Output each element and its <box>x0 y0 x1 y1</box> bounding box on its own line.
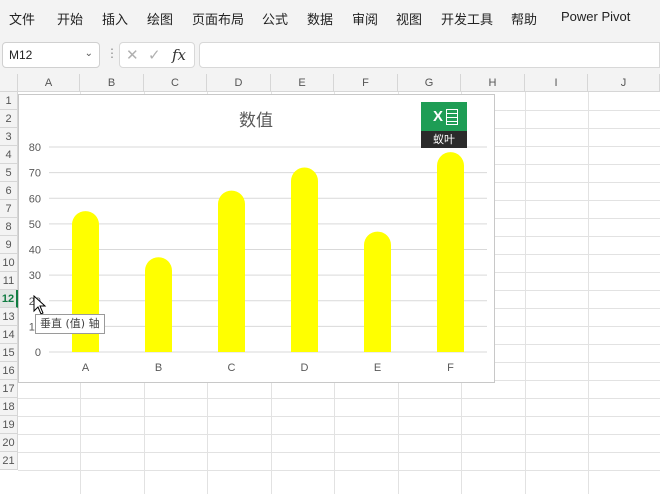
row-header[interactable]: 17 <box>0 380 18 398</box>
gridline <box>18 452 660 453</box>
x-tick-label[interactable]: C <box>228 362 236 374</box>
row-header[interactable]: 5 <box>0 164 18 182</box>
gridline <box>18 398 660 399</box>
menu-developer[interactable]: 开发工具 <box>441 9 493 28</box>
x-tick-label[interactable]: D <box>301 362 309 374</box>
row-header[interactable]: 19 <box>0 416 18 434</box>
column-header[interactable]: F <box>334 74 398 92</box>
column-header[interactable]: C <box>144 74 207 92</box>
column-header[interactable]: I <box>525 74 588 92</box>
formula-bar-row: M12 ⌄ ⋮ ✕ ✓ fx <box>0 36 660 74</box>
column-header[interactable]: H <box>461 74 525 92</box>
row-header[interactable]: 9 <box>0 236 18 254</box>
menu-file[interactable]: 文件 <box>9 9 35 28</box>
axis-tooltip: 垂直 (值) 轴 <box>35 314 105 334</box>
menu-review[interactable]: 审阅 <box>352 9 378 28</box>
row-header-active[interactable]: 12 <box>0 290 18 308</box>
row-header[interactable]: 11 <box>0 272 18 290</box>
y-tick-label[interactable]: 30 <box>29 270 41 282</box>
y-tick-label[interactable]: 50 <box>29 219 41 231</box>
cancel-icon[interactable]: ✕ <box>126 46 139 64</box>
menu-formulas[interactable]: 公式 <box>262 9 288 28</box>
row-header[interactable]: 2 <box>0 110 18 128</box>
row-header[interactable]: 13 <box>0 308 18 326</box>
row-header[interactable]: 16 <box>0 362 18 380</box>
excel-icon: X <box>421 102 467 131</box>
chart-bar[interactable] <box>72 211 99 365</box>
y-tick-label[interactable]: 70 <box>29 168 41 180</box>
chart-bar[interactable] <box>218 190 245 366</box>
column-header[interactable]: D <box>207 74 271 92</box>
column-header[interactable]: J <box>588 74 660 92</box>
insert-function-icon[interactable]: fx <box>172 46 186 64</box>
menu-insert[interactable]: 插入 <box>102 9 128 28</box>
row-header[interactable]: 20 <box>0 434 18 452</box>
menu-home[interactable]: 开始 <box>57 9 83 28</box>
chart-bar[interactable] <box>291 167 318 366</box>
row-header[interactable]: 4 <box>0 146 18 164</box>
row-header[interactable]: 1 <box>0 92 18 110</box>
row-header[interactable]: 7 <box>0 200 18 218</box>
row-header[interactable]: 21 <box>0 452 18 470</box>
row-header[interactable]: 15 <box>0 344 18 362</box>
name-box[interactable]: M12 ⌄ <box>2 42 100 68</box>
chart-bars <box>72 152 464 366</box>
mouse-cursor-icon <box>33 295 47 315</box>
column-header[interactable]: A <box>18 74 80 92</box>
ribbon-menu-bar: 文件 开始 插入 绘图 页面布局 公式 数据 审阅 视图 开发工具 帮助 Pow… <box>0 0 660 36</box>
y-tick-label[interactable]: 80 <box>29 142 41 154</box>
chart-bar[interactable] <box>437 152 464 365</box>
row-header[interactable]: 10 <box>0 254 18 272</box>
formula-input[interactable] <box>199 42 660 68</box>
chart-bar[interactable] <box>364 231 391 366</box>
y-tick-label[interactable]: 40 <box>29 245 41 257</box>
menu-page-layout[interactable]: 页面布局 <box>192 9 244 28</box>
x-tick-label[interactable]: A <box>82 362 90 374</box>
gridline <box>18 470 660 471</box>
row-header[interactable]: 3 <box>0 128 18 146</box>
select-all-corner[interactable] <box>0 74 18 92</box>
row-header[interactable]: 8 <box>0 218 18 236</box>
badge-label: 蚁叶 <box>421 131 467 148</box>
x-tick-label[interactable]: E <box>374 362 381 374</box>
menu-data[interactable]: 数据 <box>307 9 333 28</box>
more-vertical-icon[interactable]: ⋮ <box>106 46 118 60</box>
formula-buttons: ✕ ✓ fx <box>119 42 195 68</box>
menu-power-pivot[interactable]: Power Pivot <box>561 9 630 24</box>
gridline <box>18 434 660 435</box>
column-header[interactable]: E <box>271 74 334 92</box>
row-header[interactable]: 6 <box>0 182 18 200</box>
check-icon[interactable]: ✓ <box>148 46 161 64</box>
spreadsheet-grid[interactable]: A B C D E F G H I J 1 2 3 4 5 6 7 8 9 10… <box>0 74 660 494</box>
excel-logo-badge: X 蚁叶 <box>421 102 467 148</box>
menu-draw[interactable]: 绘图 <box>147 9 173 28</box>
y-tick-label[interactable]: 60 <box>29 193 41 205</box>
embedded-chart[interactable]: 01020304050607080ABCDEF 数值 X 蚁叶 <box>18 94 495 383</box>
gridline <box>18 416 660 417</box>
x-tick-label[interactable]: B <box>155 362 162 374</box>
row-header[interactable]: 14 <box>0 326 18 344</box>
chevron-down-icon[interactable]: ⌄ <box>85 48 93 59</box>
name-box-value: M12 <box>9 48 33 62</box>
column-header[interactable]: G <box>398 74 461 92</box>
chart-bar[interactable] <box>145 257 172 365</box>
menu-view[interactable]: 视图 <box>396 9 422 28</box>
y-tick-label[interactable]: 0 <box>35 347 41 359</box>
column-header[interactable]: B <box>80 74 144 92</box>
row-header[interactable]: 18 <box>0 398 18 416</box>
chart-title[interactable]: 数值 <box>239 111 273 131</box>
x-tick-label[interactable]: F <box>447 362 454 374</box>
chart-gridlines <box>49 146 487 353</box>
menu-help[interactable]: 帮助 <box>511 9 537 28</box>
